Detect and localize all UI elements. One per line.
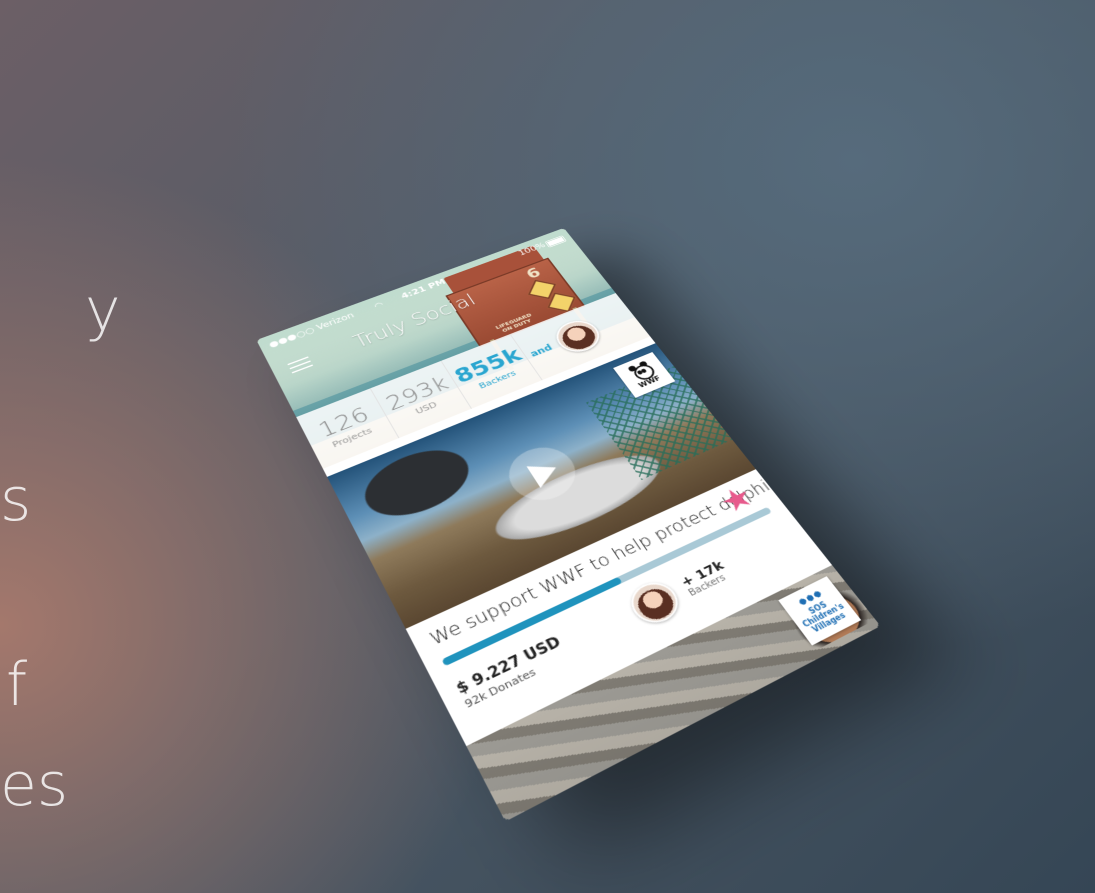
backer-avatar[interactable]	[623, 576, 686, 630]
wifi-icon: ◠	[372, 299, 388, 311]
and-label: and	[528, 343, 554, 359]
user-avatar[interactable]	[549, 315, 607, 357]
mockup-stage: 6 LIFEGUARD ON DUTY ●●●○○ Verizon ◠ 4:21…	[0, 0, 1095, 893]
battery-icon	[545, 235, 567, 247]
phone-screen: 6 LIFEGUARD ON DUTY ●●●○○ Verizon ◠ 4:21…	[256, 228, 880, 822]
hamburger-menu-icon[interactable]	[287, 356, 313, 374]
card-backers: + 17k Backers	[623, 552, 738, 630]
play-video-button[interactable]	[498, 438, 587, 509]
carrier-label: ●●●○○ Verizon	[267, 311, 355, 350]
play-icon	[526, 456, 563, 487]
